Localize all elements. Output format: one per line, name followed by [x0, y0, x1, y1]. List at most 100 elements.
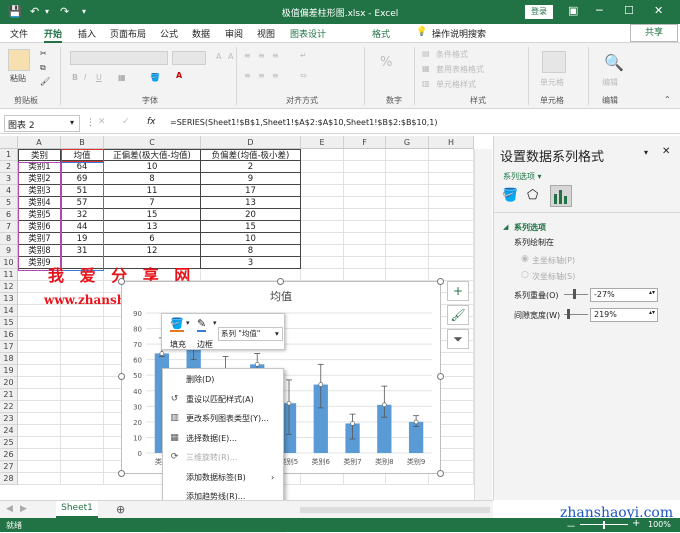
- effects-icon[interactable]: ⬠: [527, 188, 538, 203]
- primary-axis-radio[interactable]: ◉: [521, 254, 529, 264]
- table-cell[interactable]: [301, 269, 344, 281]
- pane-options-icon[interactable]: ▾: [644, 148, 648, 157]
- cancel-icon[interactable]: ✕: [98, 117, 106, 127]
- fill-color-icon[interactable]: 🪣: [150, 73, 160, 82]
- collapse-ribbon-icon[interactable]: ⌃: [664, 95, 671, 104]
- row-header[interactable]: 7: [0, 221, 18, 233]
- table-cell[interactable]: [61, 437, 104, 449]
- close-icon[interactable]: ✕: [654, 4, 663, 17]
- table-cell[interactable]: [344, 161, 386, 173]
- table-cell[interactable]: [301, 221, 344, 233]
- resize-handle[interactable]: [118, 470, 125, 477]
- table-cell[interactable]: [18, 401, 61, 413]
- table-format-button[interactable]: 套用表格格式: [436, 64, 484, 75]
- border-button[interactable]: 边框: [197, 339, 213, 350]
- table-cell[interactable]: 10: [104, 161, 201, 173]
- section-series-options[interactable]: 系列选项: [514, 222, 546, 233]
- tab-view[interactable]: 视图: [257, 27, 275, 40]
- row-header[interactable]: 10: [0, 257, 18, 269]
- table-cell[interactable]: [386, 209, 429, 221]
- table-cell[interactable]: [61, 341, 104, 353]
- table-cell[interactable]: [61, 413, 104, 425]
- row-header[interactable]: 28: [0, 473, 18, 485]
- tab-chart-design[interactable]: 图表设计: [290, 27, 326, 40]
- align-middle-icon[interactable]: ≡: [258, 51, 265, 60]
- paste-button[interactable]: 粘贴: [10, 73, 26, 84]
- menu-item[interactable]: ⟳ 三维旋转(R)...: [163, 448, 283, 467]
- table-cell[interactable]: [344, 221, 386, 233]
- table-cell[interactable]: 类别: [18, 149, 61, 161]
- row-header[interactable]: 8: [0, 233, 18, 245]
- table-cell[interactable]: [61, 377, 104, 389]
- borders-icon[interactable]: ▦: [118, 73, 126, 82]
- table-cell[interactable]: [301, 149, 344, 161]
- selection-point[interactable]: [382, 402, 387, 408]
- table-cell[interactable]: [386, 269, 429, 281]
- resize-handle[interactable]: [437, 278, 444, 285]
- row-header[interactable]: 13: [0, 293, 18, 305]
- overlap-input[interactable]: -27% ▴▾: [590, 288, 658, 302]
- row-header[interactable]: 3: [0, 173, 18, 185]
- format-painter-icon[interactable]: 🖌: [40, 77, 50, 86]
- name-box[interactable]: 图表 2: [4, 115, 80, 132]
- chart-filters-button[interactable]: ⏷: [447, 329, 469, 349]
- overlap-slider-thumb[interactable]: [573, 289, 576, 299]
- table-cell[interactable]: [344, 197, 386, 209]
- outline-dropdown-icon[interactable]: ▾: [213, 319, 217, 327]
- table-cell[interactable]: [61, 389, 104, 401]
- table-cell[interactable]: [429, 161, 474, 173]
- table-cell[interactable]: [386, 173, 429, 185]
- collapse-icon[interactable]: ◢: [503, 223, 508, 231]
- series-options-tab[interactable]: [550, 185, 572, 207]
- table-cell[interactable]: 44: [61, 221, 104, 233]
- table-cell[interactable]: [386, 257, 429, 269]
- resize-handle[interactable]: [118, 373, 125, 380]
- spinner-icon[interactable]: ▴▾: [649, 287, 655, 299]
- table-cell[interactable]: [344, 257, 386, 269]
- gap-input[interactable]: 219% ▴▾: [590, 308, 658, 322]
- vertical-scrollbar[interactable]: [474, 149, 492, 500]
- cut-icon[interactable]: ✂: [40, 49, 47, 58]
- paste-icon[interactable]: [8, 49, 30, 71]
- chart-styles-button[interactable]: 🖌: [447, 305, 469, 325]
- cell-style-button[interactable]: 单元格样式: [436, 79, 476, 90]
- table-cell[interactable]: 15: [201, 221, 301, 233]
- table-cell[interactable]: 3: [201, 257, 301, 269]
- resize-handle[interactable]: [437, 373, 444, 380]
- gap-slider-thumb[interactable]: [567, 309, 570, 319]
- formula-input[interactable]: =SERIES(Sheet1!$B$1,Sheet1!$A$2:$A$10,Sh…: [170, 118, 437, 127]
- table-cell[interactable]: 13: [104, 221, 201, 233]
- name-box-dropdown-icon[interactable]: ▾: [70, 118, 74, 127]
- table-cell[interactable]: [429, 257, 474, 269]
- row-header[interactable]: 19: [0, 365, 18, 377]
- align-left-icon[interactable]: ≡: [244, 71, 251, 80]
- table-cell[interactable]: 8: [201, 245, 301, 257]
- table-cell[interactable]: 15: [104, 209, 201, 221]
- share-button[interactable]: 共享: [630, 24, 678, 42]
- table-cell[interactable]: [386, 233, 429, 245]
- menu-item[interactable]: 添加数据标签(B) ›: [163, 468, 283, 487]
- menu-item[interactable]: ↺ 重设以匹配样式(A): [163, 390, 283, 409]
- table-cell[interactable]: 13: [201, 197, 301, 209]
- selection-point[interactable]: [254, 362, 260, 367]
- tell-me-search[interactable]: 操作说明搜索: [432, 27, 486, 40]
- row-header[interactable]: 24: [0, 425, 18, 437]
- table-cell[interactable]: [429, 209, 474, 221]
- editing-button[interactable]: 编辑: [602, 77, 618, 88]
- chart-title[interactable]: 均值: [270, 290, 292, 303]
- table-cell[interactable]: [61, 365, 104, 377]
- italic-button[interactable]: I: [84, 73, 86, 82]
- table-cell[interactable]: [18, 449, 61, 461]
- secondary-axis-radio[interactable]: ○: [521, 270, 529, 280]
- maximize-icon[interactable]: ☐: [624, 4, 634, 17]
- overlap-slider[interactable]: [564, 294, 588, 295]
- table-cell[interactable]: [344, 209, 386, 221]
- table-cell[interactable]: [429, 149, 474, 161]
- selection-point[interactable]: [413, 419, 419, 425]
- prev-sheet-icon[interactable]: ◀: [6, 504, 13, 514]
- row-header[interactable]: 21: [0, 389, 18, 401]
- table-cell[interactable]: [18, 473, 61, 485]
- table-cell[interactable]: [61, 329, 104, 341]
- table-cell[interactable]: [201, 269, 301, 281]
- copy-icon[interactable]: ⧉: [40, 63, 46, 73]
